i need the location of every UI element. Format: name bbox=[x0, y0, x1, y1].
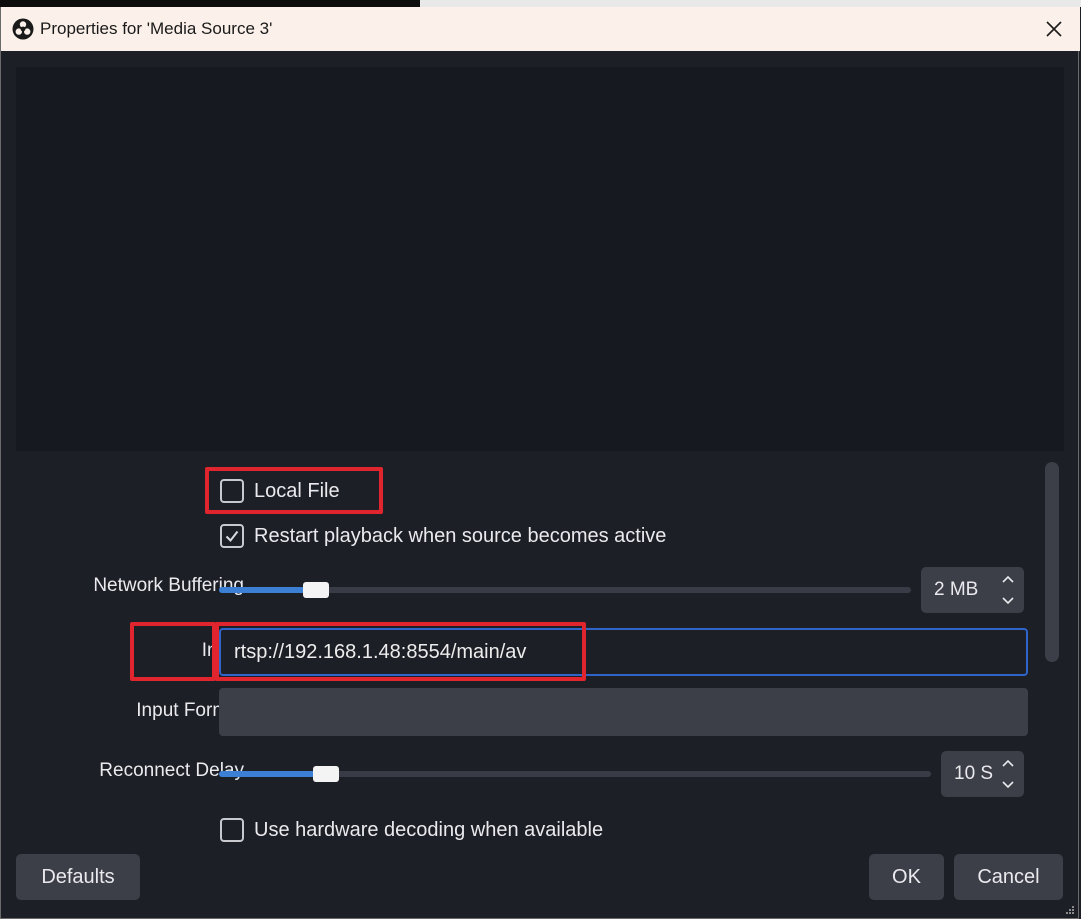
local-file-highlight bbox=[205, 467, 383, 514]
reconnect-delay-value[interactable]: 10 S bbox=[954, 751, 993, 797]
network-buffering-fill bbox=[219, 587, 316, 593]
input-label-highlight bbox=[130, 622, 216, 681]
input-value-highlight bbox=[215, 622, 586, 681]
close-button[interactable] bbox=[1028, 7, 1080, 51]
title-bar[interactable]: Properties for 'Media Source 3' bbox=[1, 7, 1080, 51]
network-buffering-slider[interactable] bbox=[219, 582, 911, 598]
spin-arrows-icon[interactable] bbox=[1000, 757, 1016, 791]
reconnect-delay-handle[interactable] bbox=[313, 766, 339, 782]
network-buffering-value[interactable]: 2 MB bbox=[934, 567, 978, 613]
properties-scrollbar[interactable] bbox=[1045, 462, 1059, 662]
defaults-button[interactable]: Defaults bbox=[16, 854, 140, 900]
reconnect-delay-slider[interactable] bbox=[219, 766, 931, 782]
close-icon bbox=[1046, 21, 1062, 37]
reconnect-delay-spinbox[interactable]: 10 S bbox=[941, 751, 1024, 797]
properties-dialog: Properties for 'Media Source 3' Local Fi… bbox=[0, 7, 1080, 919]
checkmark-icon bbox=[225, 530, 239, 543]
background-strip-dark bbox=[0, 0, 420, 7]
window-title: Properties for 'Media Source 3' bbox=[40, 19, 273, 38]
obs-logo-icon bbox=[12, 18, 34, 40]
restart-playback-checkbox[interactable] bbox=[220, 524, 244, 548]
cancel-button[interactable]: Cancel bbox=[954, 854, 1063, 900]
spin-arrows-icon[interactable] bbox=[1000, 573, 1016, 607]
hardware-decoding-checkbox[interactable] bbox=[220, 818, 244, 842]
network-buffering-handle[interactable] bbox=[303, 582, 329, 598]
ok-button[interactable]: OK bbox=[869, 854, 944, 900]
input-format-field[interactable] bbox=[219, 688, 1028, 736]
source-preview bbox=[16, 67, 1064, 451]
reconnect-delay-fill bbox=[219, 771, 326, 777]
restart-playback-label[interactable]: Restart playback when source becomes act… bbox=[254, 522, 666, 550]
resize-grip-icon[interactable] bbox=[1065, 905, 1075, 915]
hardware-decoding-label[interactable]: Use hardware decoding when available bbox=[254, 816, 603, 844]
background-strip bbox=[0, 0, 1081, 7]
network-buffering-label: Network Buffering bbox=[93, 575, 244, 596]
network-buffering-spinbox[interactable]: 2 MB bbox=[921, 567, 1024, 613]
